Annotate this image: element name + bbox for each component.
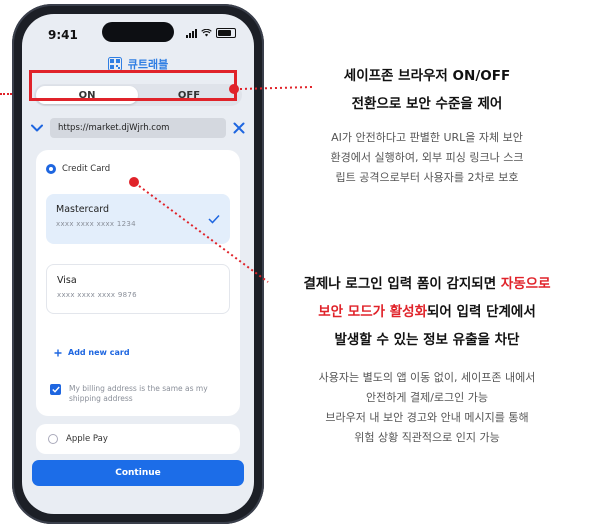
card-name: Visa [57,275,77,286]
annotation1-title: 세이프존 브라우저 ON/OFF [343,68,511,84]
annotation2-text: 안전하게 결제/로그인 가능 [365,391,489,404]
checkbox-icon[interactable] [50,384,61,395]
annotation-block-2: 결제나 로그인 입력 폼이 감지되면 자동으로 보안 모드가 활성화되어 입력 … [262,270,592,448]
signal-icon [186,28,197,38]
wifi-icon [201,29,212,37]
add-new-card-button[interactable]: Add new card [54,348,130,357]
annotation1-line: AI가 안전하다고 판별한 URL을 자체 보안 [331,131,523,144]
annotation2-line3: 발생할 수 있는 정보 유출을 차단 [334,332,520,348]
brand-logo-icon [107,57,122,71]
annotation1-line: 환경에서 실행하여, 외부 피싱 링크나 스크 [330,151,524,164]
url-field[interactable]: https://market.djWjrh.com [50,118,226,138]
annotation1-line: 립트 공격으로부터 사용자를 2차로 보호 [335,171,519,184]
credit-card-option[interactable]: Credit Card [46,164,110,174]
annotation2-line2-black: 되어 입력 단계에서 [427,304,536,320]
annotation1-subtitle: 전환으로 보안 수준을 제어 [351,96,503,112]
card-number: xxxx xxxx xxxx 1234 [56,220,136,228]
dynamic-island [102,22,174,42]
annotation2-line1-black: 결제나 로그인 입력 폼이 감지되면 [303,276,501,292]
saved-card-mastercard[interactable]: Mastercard xxxx xxxx xxxx 1234 [46,194,230,244]
billing-same-label: My billing address is the same as my shi… [69,384,208,403]
card-name: Mastercard [56,204,110,215]
url-bar: https://market.djWjrh.com [30,116,246,140]
status-time: 9:41 [48,28,78,42]
annotation2-line1-red: 자동으로 [500,276,551,292]
toggle-highlight-box [29,70,237,101]
annotation2-text: 브라우저 내 보안 경고와 안내 메시지를 통해 [325,411,529,424]
status-icons [186,28,236,38]
credit-card-label: Credit Card [62,164,111,174]
close-icon[interactable] [232,121,246,135]
annotation-dot-1 [229,84,239,94]
saved-card-visa[interactable]: Visa xxxx xxxx xxxx 9876 [46,264,230,314]
chevron-down-icon[interactable] [30,121,44,135]
left-dotted-connector [0,93,12,95]
billing-same-checkbox[interactable]: My billing address is the same as my shi… [50,384,209,404]
radio-unselected-icon[interactable] [48,434,58,444]
annotation2-line2: 보안 모드가 활성화되어 입력 단계에서 [262,298,592,326]
annotation1-body: AI가 안전하다고 판별한 URL을 자체 보안 환경에서 실행하여, 외부 피… [262,128,592,188]
card-number: xxxx xxxx xxxx 9876 [57,291,137,299]
apple-pay-option[interactable]: Apple Pay [36,424,240,454]
annotation-block-1: 세이프존 브라우저 ON/OFF 전환으로 보안 수준을 제어 AI가 안전하다… [262,62,592,188]
annotation2-line2-red: 보안 모드가 활성화 [318,304,427,320]
annotation2-line1: 결제나 로그인 입력 폼이 감지되면 자동으로 [262,270,592,298]
checkmark-icon [208,214,220,224]
annotation2-text: 사용자는 별도의 앱 이동 없이, 세이프존 내에서 [318,371,536,384]
radio-selected-icon[interactable] [46,164,56,174]
apple-pay-label: Apple Pay [66,434,108,444]
annotation2-body: 사용자는 별도의 앱 이동 없이, 세이프존 내에서 안전하게 결제/로그인 가… [262,368,592,448]
plus-icon [54,349,62,356]
status-bar: 9:41 [22,14,254,50]
annotation-dot-2 [129,177,139,187]
annotation2-text: 위험 상황 직관적으로 인지 가능 [354,431,500,444]
battery-icon [216,28,236,38]
continue-button[interactable]: Continue [32,460,244,486]
add-new-card-label: Add new card [68,348,130,357]
payment-card: Credit Card Mastercard xxxx xxxx xxxx 12… [36,150,240,416]
